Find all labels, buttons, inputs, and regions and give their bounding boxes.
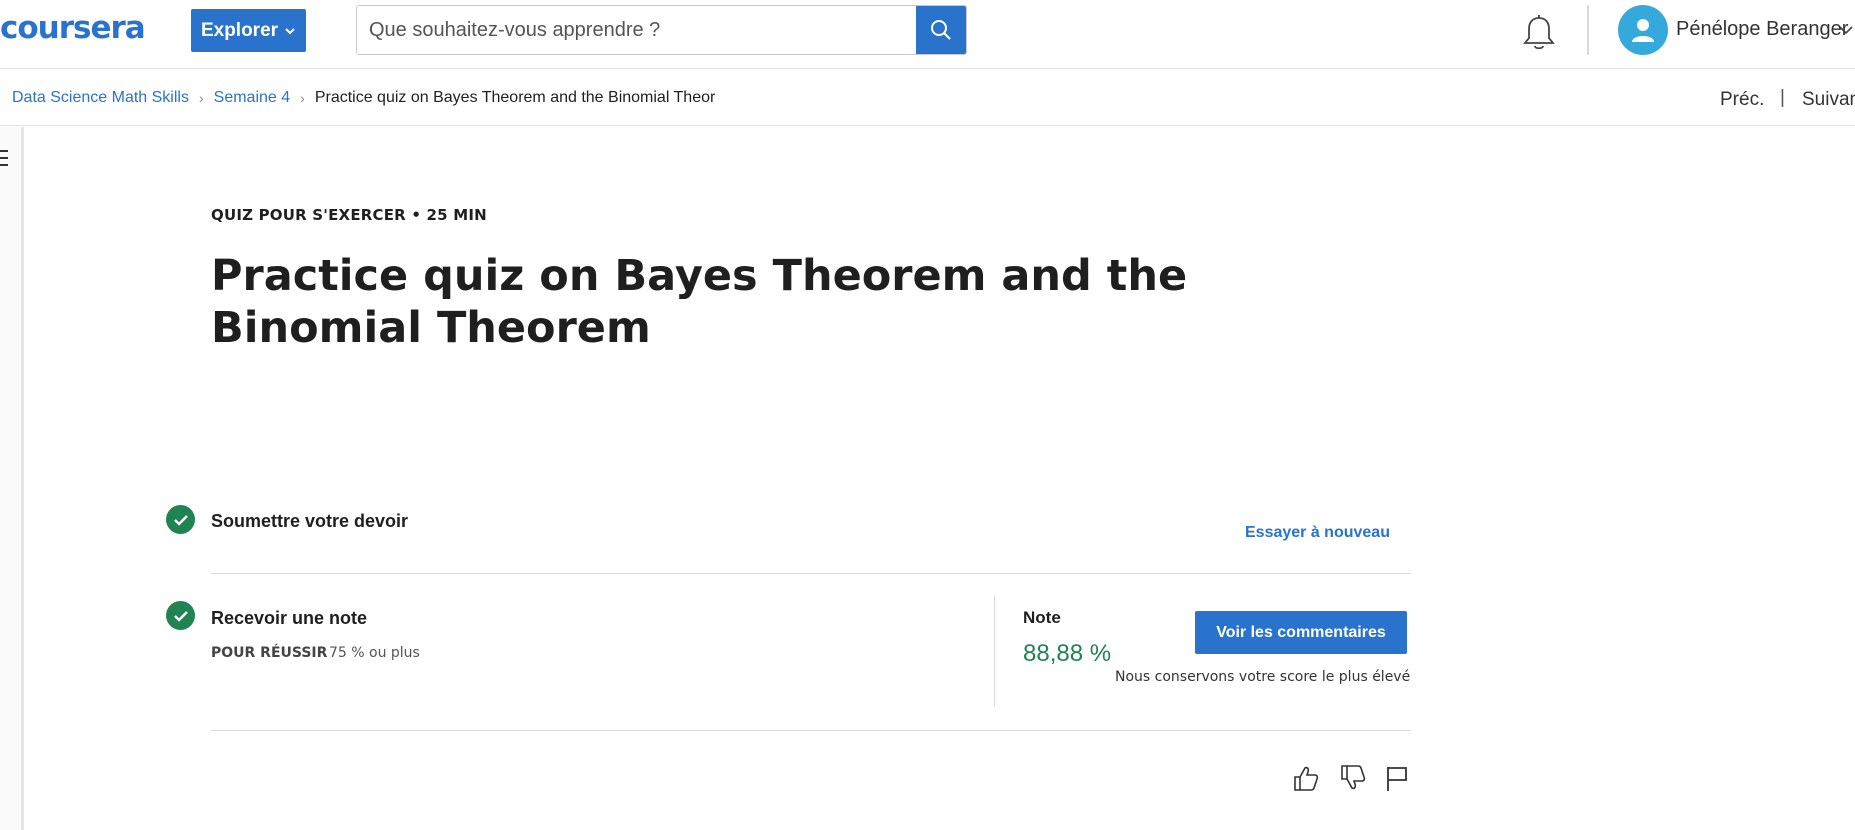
explore-button[interactable]: Explorer <box>191 9 306 52</box>
chevron-right-icon: › <box>300 90 305 106</box>
breadcrumb: Data Science Math Skills › Semaine 4 › P… <box>12 89 715 107</box>
pass-label: POUR RÉUSSIR <box>211 645 328 661</box>
view-feedback-button[interactable]: Voir les commentaires <box>1195 611 1407 654</box>
user-icon <box>1632 19 1654 42</box>
pass-value: 75 % ou plus <box>329 645 420 661</box>
chevron-down-icon[interactable] <box>1838 22 1854 38</box>
check-icon <box>166 601 195 630</box>
menu-icon[interactable] <box>0 150 10 170</box>
step-submit-title: Soumettre votre devoir <box>211 511 409 531</box>
flag-icon[interactable] <box>1383 764 1411 792</box>
divider <box>211 573 1411 574</box>
top-header: coursera Explorer Pénélope Beranger <box>0 0 1855 69</box>
item-type-label: QUIZ POUR S'EXERCER • 25 MIN <box>211 206 487 224</box>
divider <box>211 730 1411 731</box>
coursera-logo[interactable]: coursera <box>0 6 146 50</box>
next-link[interactable]: Suivan <box>1802 89 1855 111</box>
search-button[interactable] <box>916 6 966 54</box>
grade-value: 88,88 % <box>1023 640 1112 667</box>
check-icon <box>166 505 195 534</box>
search-bar <box>356 5 967 55</box>
thumbs-down-icon[interactable] <box>1339 764 1367 792</box>
left-rail <box>0 127 24 830</box>
chevron-right-icon: › <box>198 90 204 106</box>
retry-link[interactable]: Essayer à nouveau <box>1245 524 1390 542</box>
grade-label: Note <box>1023 608 1061 627</box>
thumbs-up-icon[interactable] <box>1292 764 1320 792</box>
page-title: Practice quiz on Bayes Theorem and the B… <box>211 251 1188 353</box>
breadcrumb-course-link[interactable]: Data Science Math Skills <box>12 89 189 107</box>
breadcrumb-current: Practice quiz on Bayes Theorem and the B… <box>314 89 716 106</box>
breadcrumb-week-link[interactable]: Semaine 4 <box>214 89 291 107</box>
bell-icon[interactable] <box>1522 14 1556 52</box>
breadcrumb-bar: Data Science Math Skills › Semaine 4 › P… <box>0 69 1855 126</box>
search-input[interactable] <box>357 6 916 54</box>
header-divider <box>1587 5 1589 55</box>
search-icon <box>931 20 951 40</box>
user-name[interactable]: Pénélope Beranger <box>1676 18 1848 41</box>
step-grade-title: Recevoir une note <box>211 608 368 628</box>
nav-separator: | <box>1780 87 1785 108</box>
vertical-divider <box>994 595 995 707</box>
explore-label: Explorer <box>200 19 279 41</box>
chevron-down-icon <box>285 27 295 34</box>
avatar[interactable] <box>1618 5 1668 55</box>
previous-link[interactable]: Préc. <box>1720 89 1764 111</box>
highest-score-note: Nous conservons votre score le plus élev… <box>1115 669 1411 685</box>
